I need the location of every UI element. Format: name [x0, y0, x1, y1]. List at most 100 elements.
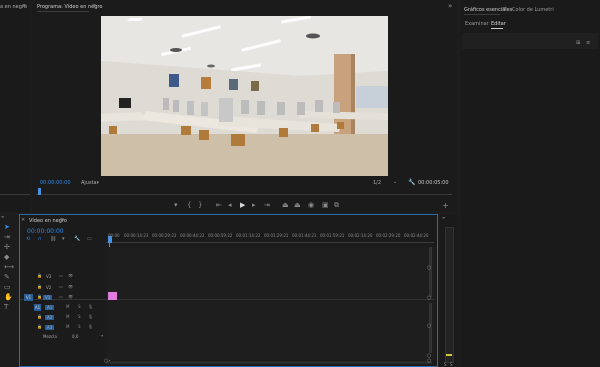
eye-icon[interactable]: 👁 [68, 274, 73, 278]
time-ruler[interactable]: 00:00 00:00:14:23 00:00:29:23 00:00:44:2… [106, 229, 434, 245]
microphone-icon[interactable]: 🎙 [88, 315, 93, 319]
mark-out-icon[interactable]: } [198, 202, 202, 209]
timeline-timecode[interactable]: 00:00:00:00 [27, 228, 64, 235]
lock-icon[interactable]: 🔒 [37, 325, 42, 329]
captions-icon[interactable]: ▭ [87, 236, 92, 243]
mute-icon[interactable]: M [66, 315, 70, 319]
edit-subtab[interactable]: Editar [491, 21, 506, 27]
source-patch[interactable]: V1 [24, 294, 33, 301]
resolution-select[interactable]: 1/2 [373, 180, 381, 186]
go-to-end-icon[interactable]: ⇥ [100, 334, 104, 338]
lift-icon[interactable]: ⏏ [282, 202, 289, 209]
lock-icon[interactable]: 🔒 [37, 274, 42, 278]
source-patch[interactable] [24, 273, 31, 280]
close-icon[interactable]: × [21, 217, 25, 223]
expand-icon[interactable]: ≡ [586, 40, 590, 46]
solo-icon[interactable]: S [78, 325, 82, 329]
timeline-panel: × Vídeo en negro ≡ 00:00:00:00 ⟲ ∩ ⛓ ▾ 🔧… [19, 214, 438, 367]
ripple-edit-tool-icon[interactable]: ✢ [4, 244, 10, 251]
source-patch[interactable] [24, 284, 31, 291]
linked-selection-icon[interactable]: ⛓ [50, 236, 56, 243]
microphone-icon[interactable]: 🎙 [88, 305, 93, 309]
step-back-icon[interactable]: ◂ [228, 202, 232, 209]
zoom-handle-icon[interactable]: ○ [427, 358, 431, 364]
audio-track-a3: 🔒 A3 M S 🎙 [20, 323, 102, 332]
mute-icon[interactable]: M [66, 305, 70, 309]
selection-tool-icon[interactable]: ➤ [4, 224, 10, 231]
sync-lock-icon[interactable]: ▭ [59, 274, 63, 278]
solo-icon[interactable]: S [78, 305, 82, 309]
extract-icon[interactable]: ⏏ [294, 202, 301, 209]
type-tool-icon[interactable]: T [4, 304, 8, 311]
left-divider-line [0, 194, 30, 195]
solo-icon[interactable]: S [78, 315, 82, 319]
program-timecode-duration: 00:00:05:00 [418, 180, 449, 186]
pen-tool-icon[interactable]: ✎ [4, 274, 10, 281]
video-scrollbar[interactable] [429, 247, 432, 297]
resolution-dropdown-chevron-icon[interactable]: ⌄ [393, 179, 397, 185]
browse-subtab[interactable]: Examinar [465, 21, 489, 27]
step-forward-icon[interactable]: ▸ [252, 202, 256, 209]
ruler-label: 00:00:59:22 [208, 233, 233, 238]
track-area [106, 247, 436, 360]
video-clip[interactable] [108, 292, 117, 300]
rectangle-tool-icon[interactable]: ▭ [4, 284, 11, 291]
panel-menu-icon[interactable]: ≡ [442, 215, 445, 220]
track-select-tool-icon[interactable]: ⇥ [4, 234, 10, 241]
close-icon[interactable]: » [448, 2, 452, 10]
eye-icon[interactable]: 👁 [68, 295, 73, 299]
panel-menu-icon[interactable]: ≡ [1, 214, 4, 219]
lumetri-color-tab[interactable]: Color de Lumetri [512, 7, 554, 13]
add-marker-icon[interactable]: ▾ [62, 236, 65, 243]
scroll-handle-icon[interactable]: ○ [427, 295, 431, 301]
snap-icon[interactable]: ∩ [38, 236, 42, 243]
source-patch[interactable]: A1 [34, 304, 41, 311]
sync-lock-icon[interactable]: ▭ [59, 295, 63, 299]
eye-icon[interactable]: 👁 [68, 285, 73, 289]
play-icon[interactable]: ▶ [240, 202, 245, 209]
ruler-label: 00:02:29:20 [376, 233, 401, 238]
scroll-handle-icon[interactable]: ○ [427, 265, 431, 271]
mark-in-icon[interactable]: { [187, 202, 191, 209]
track-name: V3 [46, 274, 52, 279]
export-frame-icon[interactable]: ◉ [308, 202, 314, 209]
ruler-label: 00:01:14:22 [236, 233, 261, 238]
zoom-handle-icon[interactable]: ○ [104, 358, 108, 364]
hand-tool-icon[interactable]: ✋ [4, 294, 13, 301]
panel-menu-icon[interactable]: ≡ [22, 3, 26, 9]
go-to-in-icon[interactable]: ⇤ [216, 202, 222, 209]
program-timecode-current[interactable]: 00:00:00:00 [40, 180, 71, 186]
zoom-dropdown-chevron-icon[interactable]: ⌄ [96, 179, 100, 185]
sync-lock-icon[interactable]: ▭ [59, 285, 63, 289]
video-track-v3: 🔒 V3 ▭ 👁 [20, 272, 102, 281]
playhead-marker[interactable] [38, 188, 41, 195]
go-to-out-icon[interactable]: ⇥ [264, 202, 270, 209]
panel-menu-icon[interactable]: ≡ [92, 3, 96, 9]
monitor-scrub-bar[interactable] [36, 188, 452, 196]
add-marker-icon[interactable]: ▾ [174, 202, 178, 209]
razor-tool-icon[interactable]: ◆ [4, 254, 9, 261]
solo-icon[interactable]: S [444, 362, 447, 367]
mix-value[interactable]: 0,0 [72, 334, 78, 339]
panel-menu-icon[interactable]: ≡ [502, 6, 506, 12]
ruler-label: 00:02:44:20 [404, 233, 429, 238]
ruler-label: 00:00:29:23 [152, 233, 177, 238]
wrench-icon[interactable]: 🔧 [408, 179, 415, 186]
lock-icon[interactable]: 🔒 [37, 295, 42, 299]
lock-icon[interactable]: 🔒 [37, 285, 42, 289]
panel-menu-icon[interactable]: ≡ [60, 217, 64, 223]
mute-icon[interactable]: M [66, 325, 70, 329]
new-layer-icon[interactable]: ⊞ [576, 40, 580, 46]
slip-tool-icon[interactable]: ⟷ [4, 264, 14, 271]
timeline-playhead[interactable] [108, 236, 112, 243]
lock-icon[interactable]: 🔒 [37, 315, 42, 319]
solo-icon[interactable]: S [450, 362, 453, 367]
add-button-icon[interactable]: + [442, 202, 449, 210]
scroll-handle-icon[interactable]: ○ [427, 323, 431, 329]
timeline-settings-icon[interactable]: 🔧 [74, 236, 80, 243]
horizontal-zoom-bar[interactable] [106, 361, 432, 364]
vr-view-icon[interactable]: ⧉ [334, 202, 339, 209]
microphone-icon[interactable]: 🎙 [88, 325, 93, 329]
comparison-view-icon[interactable]: ▣ [322, 202, 329, 209]
nest-toggle-icon[interactable]: ⟲ [26, 236, 30, 243]
